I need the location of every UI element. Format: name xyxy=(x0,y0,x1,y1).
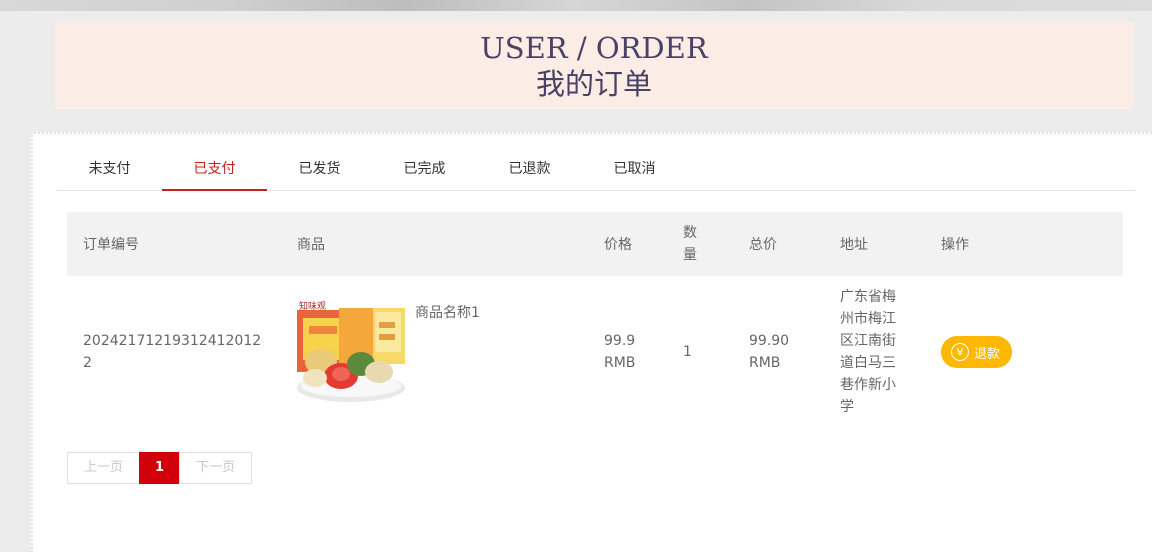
refund-button[interactable]: ¥ 退款 xyxy=(941,336,1013,368)
cell-order-no: 20242171219312412012​2 xyxy=(83,333,262,371)
table-header-row: 订单编号 商品 价格 数量 总价 地址 操作 xyxy=(67,212,1123,276)
header-price: 价格 xyxy=(604,237,632,253)
top-background-strip xyxy=(0,0,1152,11)
header-address: 地址 xyxy=(840,237,868,253)
cell-total: 99.90 RMB xyxy=(733,276,824,428)
cell-address: 广东省梅州市梅江区江南街道白马三巷作新小学 xyxy=(824,276,925,428)
page-number-current[interactable]: 1 xyxy=(139,452,181,484)
cell-action: ¥ 退款 xyxy=(925,276,1123,428)
tab-paid[interactable]: 已支付 xyxy=(162,154,267,191)
refund-button-label: 退款 xyxy=(974,346,1001,362)
product-name[interactable]: 商品名称1 xyxy=(415,302,480,324)
next-page-button[interactable]: 下一页 xyxy=(179,452,253,484)
cell-address-text: 广东省梅州市梅江区江南街道白马三巷作新小学 xyxy=(840,289,896,415)
yen-circle-icon: ¥ xyxy=(951,343,969,361)
header-qty: 数量 xyxy=(675,212,733,276)
product-brand-text: 知味观 xyxy=(299,302,327,312)
tab-refunded[interactable]: 已退款 xyxy=(477,154,582,191)
order-table: 订单编号 商品 价格 数量 总价 地址 操作 20242171219312412… xyxy=(67,212,1123,428)
mooncake-box-product-image[interactable]: 知味观 xyxy=(295,296,407,408)
page-title-cn: 我的订单 xyxy=(535,67,652,101)
header-qty-text: 数量 xyxy=(683,225,697,263)
page-title-en: USER / ORDER xyxy=(480,31,708,65)
cell-price-text: 99.9 RMB xyxy=(604,333,636,371)
product-info: 知味观 商品名称1 xyxy=(295,296,574,408)
tab-cancelled[interactable]: 已取消 xyxy=(582,154,687,191)
tab-completed[interactable]: 已完成 xyxy=(372,154,477,191)
tab-unpaid[interactable]: 未支付 xyxy=(57,154,162,191)
pagination: 上一页 1 下一页 xyxy=(67,452,253,484)
order-panel: 未支付 已支付 已发货 已完成 已退款 已取消 订单编号 商品 价格 数量 总价… xyxy=(31,132,1152,552)
prev-page-button[interactable]: 上一页 xyxy=(67,452,141,484)
order-status-tabs: 未支付 已支付 已发货 已完成 已退款 已取消 xyxy=(57,154,1135,191)
header-action: 操作 xyxy=(941,237,969,253)
table-row: 20242171219312412012​2 xyxy=(67,276,1123,428)
cell-qty: 1 xyxy=(683,344,692,360)
header-product: 商品 xyxy=(297,237,325,253)
header-order-no: 订单编号 xyxy=(83,237,139,253)
cell-price: 99.9 RMB xyxy=(588,276,675,428)
cell-total-text: 99.90 RMB xyxy=(749,333,790,371)
page-header-banner: USER / ORDER 我的订单 xyxy=(55,22,1133,109)
header-total: 总价 xyxy=(749,237,777,253)
tab-shipped[interactable]: 已发货 xyxy=(267,154,372,191)
cell-product: 知味观 商品名称1 xyxy=(281,276,588,428)
